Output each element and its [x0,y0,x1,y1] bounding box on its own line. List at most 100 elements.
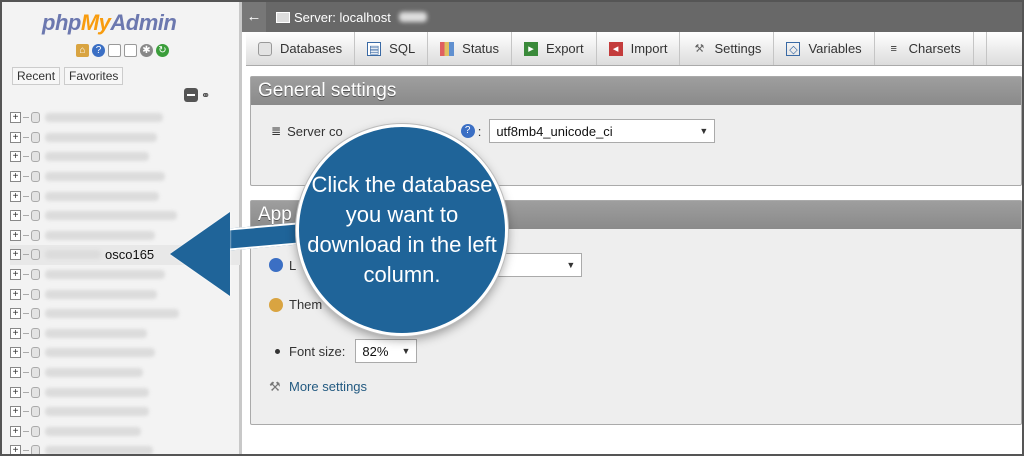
expand-icon[interactable]: + [10,308,21,320]
nav-tabs: Recent Favorites [12,67,124,85]
tree-item[interactable]: + [10,186,240,206]
help-icon[interactable]: ? [460,124,475,138]
tree-item[interactable]: + [10,108,240,128]
database-icon [31,308,40,320]
tree-item[interactable]: + [10,147,240,167]
tree-line [23,430,29,432]
help-icon[interactable]: ? [92,44,105,57]
server-icon [276,11,290,23]
expand-icon[interactable]: + [10,425,21,437]
tab-variables[interactable]: ◇ Variables [774,32,875,65]
tree-item[interactable]: + [10,304,240,324]
tab-more[interactable] [974,32,987,65]
nav-tab-recent[interactable]: Recent [12,67,61,85]
tree-line [23,450,29,452]
main-tabs: Databases ▤ SQL Status ▸ Export ◂ Import ⚒ S… [246,32,1022,66]
instruction-callout: Click the database you want to download … [296,124,508,336]
tab-charsets[interactable]: ≡ Charsets [875,32,974,65]
database-icon [31,347,40,359]
database-icon [258,41,272,56]
expand-icon[interactable]: + [10,327,21,339]
expand-icon[interactable]: + [10,367,21,379]
expand-icon[interactable]: + [10,151,21,163]
breadcrumb-bar: ← Server: localhost [242,2,1022,32]
expand-icon[interactable]: + [10,190,21,202]
tab-label: SQL [389,41,416,56]
tree-line [23,372,29,374]
expand-icon[interactable]: + [10,445,21,454]
tab-sql[interactable]: ▤ SQL [355,32,429,65]
copy-icon[interactable] [124,44,137,57]
tab-export[interactable]: ▸ Export [512,32,597,65]
database-icon [31,229,40,241]
redacted-text [398,12,427,22]
tree-item[interactable]: + [10,128,240,148]
expand-icon[interactable]: + [10,229,21,241]
tree-item[interactable]: + [10,363,240,383]
font-size-row: Font size: 82% ▼ [275,339,418,363]
wrench-icon: ⚒ [694,42,705,55]
collation-row: ≣ Server co ? : utf8mb4_unicode_ci ▼ [271,119,716,143]
database-icon [31,327,40,339]
chevron-down-icon: ▼ [699,126,709,136]
redacted-text [45,250,101,260]
tree-item[interactable]: + [10,343,240,363]
theme-label: Them [289,297,323,312]
expand-icon[interactable]: + [10,269,21,281]
expand-icon[interactable]: + [10,406,21,418]
gear-icon[interactable]: ✱ [140,44,153,57]
tree-line [23,293,29,295]
expand-icon[interactable]: + [10,386,21,398]
redacted-text [45,270,165,280]
tree-line [23,391,29,393]
expand-icon[interactable]: + [10,171,21,183]
home-icon[interactable]: ⌂ [76,44,89,57]
tab-settings[interactable]: ⚒ Settings [680,32,775,65]
expand-icon[interactable]: + [10,347,21,359]
tree-item[interactable]: + [10,324,240,344]
nav-tab-favorites[interactable]: Favorites [64,67,124,85]
tree-item[interactable]: + [10,382,240,402]
expand-icon[interactable]: + [10,249,21,261]
tree-item[interactable]: + [10,167,240,187]
tree-item[interactable]: + [10,441,240,454]
database-icon [31,190,40,202]
language-label: L [289,257,297,273]
font-size-value: 82% [362,343,389,359]
tab-import[interactable]: ◂ Import [597,32,681,65]
status-icon [440,41,455,56]
tree-line [23,117,29,119]
collation-label-end: : [477,123,482,139]
expand-icon[interactable]: + [10,288,21,300]
reload-icon[interactable]: ↻ [156,44,169,57]
collapse-all-icon[interactable] [184,88,198,102]
font-size-select[interactable]: 82% ▼ [355,339,418,363]
back-arrow-icon[interactable]: ← [242,2,266,32]
server-breadcrumb[interactable]: Server: localhost [294,10,391,25]
tree-line [23,313,29,315]
tree-line [23,156,29,158]
expand-icon[interactable]: + [10,131,21,143]
phpmyadmin-logo[interactable]: phpMyAdmin [42,10,177,36]
more-settings-link[interactable]: More settings [289,379,367,394]
bullet [275,348,280,354]
server-collation-select[interactable]: utf8mb4_unicode_ci ▼ [489,119,716,143]
general-settings-title: General settings [251,77,1021,105]
tree-item[interactable]: + [10,422,240,442]
database-icon [31,131,40,143]
tab-status[interactable]: Status [428,32,513,65]
link-icon[interactable]: ⚭ [201,89,210,102]
tab-label: Variables [808,41,862,56]
database-name: osco165 [105,247,155,263]
tab-databases[interactable]: Databases [246,32,356,65]
callout-text: Click the database you want to download … [307,172,497,287]
tree-controls: ⚭ [184,88,210,102]
redacted-text [45,289,157,299]
tree-item[interactable]: + [10,402,240,422]
redacted-text [45,191,159,201]
expand-icon[interactable]: + [10,210,21,222]
tree-line [23,411,29,413]
expand-icon[interactable]: + [10,112,21,124]
docs-icon[interactable] [108,44,121,57]
database-icon [31,367,40,379]
